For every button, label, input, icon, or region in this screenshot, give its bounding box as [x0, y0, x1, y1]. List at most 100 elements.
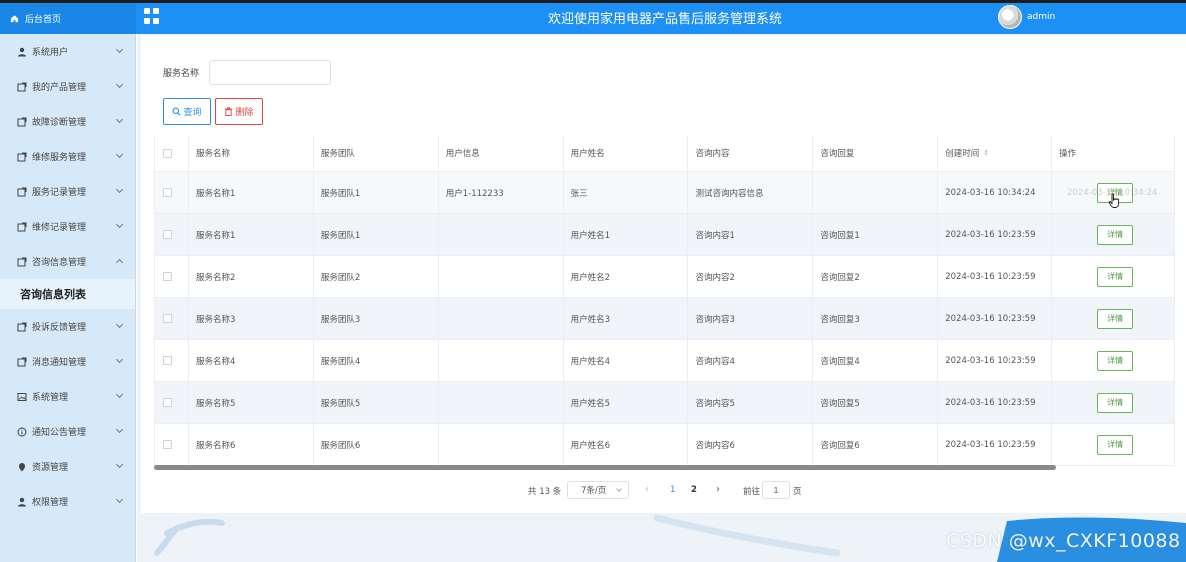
checkbox-icon[interactable] [163, 398, 172, 407]
sidebar-item-1[interactable]: 系统用户 [0, 34, 135, 69]
detail-button[interactable]: 详情 [1097, 308, 1134, 329]
table-cell [439, 214, 564, 255]
table-cell: 2024-03-16 10:23:59 [938, 214, 1053, 255]
detail-button[interactable]: 详情 [1097, 392, 1134, 413]
table-cell [439, 340, 564, 381]
sidebar-item-2[interactable]: 我的产品管理 [0, 69, 135, 104]
home-label: 后台首页 [25, 15, 62, 25]
query-button[interactable]: 查询 [163, 98, 211, 125]
table-row: 服务名称3 服务团队3 用户姓名3 咨询内容3 咨询回复3 2024-03-16 10:2… [155, 298, 1175, 340]
detail-button[interactable]: 详情 [1097, 434, 1134, 455]
sidebar-item-3[interactable]: 故障诊断管理 [0, 104, 135, 139]
sidebar-item-5[interactable]: 服务记录管理 [0, 174, 135, 209]
sidebar-item-9[interactable]: 消息通知管理 [0, 344, 135, 379]
column-header: 操作 [1052, 135, 1175, 171]
table-cell: 用户姓名5 [564, 382, 689, 423]
sidebar-item-6[interactable]: 维修记录管理 [0, 209, 135, 244]
service-name-input[interactable] [209, 60, 331, 85]
table-cell: 咨询内容4 [688, 340, 814, 381]
submenu-consultation-list[interactable]: 咨询信息列表 [0, 279, 135, 309]
sidebar-item-label: 我的产品管理 [32, 83, 87, 93]
row-checkbox-cell[interactable] [155, 382, 189, 423]
sidebar-item-label: 消息通知管理 [32, 358, 87, 368]
table-cell: 服务名称1 [189, 214, 314, 255]
table-cell: 服务团队5 [314, 382, 439, 423]
search-label: 服务名称 [163, 69, 200, 79]
actions-cell: 详情 [1052, 256, 1175, 297]
chevron-down-icon [115, 460, 124, 469]
username[interactable]: admin [1027, 12, 1055, 22]
row-checkbox-cell[interactable] [155, 340, 189, 381]
table-row: 服务名称4 服务团队4 用户姓名4 咨询内容4 咨询回复4 2024-03-16 10:2… [155, 340, 1175, 382]
prev-page-button[interactable]: ‹ [645, 484, 649, 495]
goto-unit: 页 [793, 487, 802, 497]
table-cell: 2024-03-16 10:34:24 [938, 172, 1053, 213]
sidebar-item-11[interactable]: 通知公告管理 [0, 414, 135, 449]
table-row: 服务名称5 服务团队5 用户姓名5 咨询内容5 咨询回复5 2024-03-16 10:2… [155, 382, 1175, 424]
row-checkbox-cell[interactable] [155, 424, 189, 465]
checkbox-icon[interactable] [163, 440, 172, 449]
user-icon [17, 47, 27, 57]
sidebar-item-8[interactable]: 投诉反馈管理 [0, 309, 135, 344]
table-cell [813, 172, 939, 213]
horizontal-scrollbar[interactable] [154, 465, 1056, 470]
table-row: 服务名称1 服务团队1 用户1-112233 张三 测试咨询内容信息 2024-03-16… [155, 172, 1175, 214]
watermark: CSDN @wx_CXKF10088 [946, 530, 1181, 552]
detail-button[interactable]: 详情 [1097, 350, 1134, 371]
doc-icon [17, 322, 27, 332]
page-1-button[interactable]: 1 [670, 485, 675, 495]
delete-button[interactable]: 删除 [215, 98, 263, 125]
table-cell [439, 382, 564, 423]
row-checkbox-cell[interactable] [155, 256, 189, 297]
sidebar-item-7[interactable]: 咨询信息管理 [0, 244, 135, 279]
select-all-checkbox-cell[interactable] [155, 135, 189, 171]
doc-icon [17, 152, 27, 162]
table-cell: 用户姓名3 [564, 298, 689, 339]
actions-cell: 详情 [1052, 214, 1175, 255]
home-link[interactable]: 后台首页 [0, 3, 136, 34]
detail-button[interactable]: 详情 [1097, 266, 1134, 287]
sidebar-item-label: 维修服务管理 [32, 153, 87, 163]
checkbox-icon[interactable] [163, 188, 172, 197]
row-checkbox-cell[interactable] [155, 172, 189, 213]
column-header[interactable]: 创建时间 ⇕ [938, 135, 1053, 171]
checkbox-icon[interactable] [163, 230, 172, 239]
avatar[interactable] [998, 5, 1022, 29]
menu-toggle-icon[interactable] [144, 8, 160, 24]
sidebar-item-10[interactable]: 系统管理 [0, 379, 135, 414]
sidebar-item-label: 资源管理 [32, 463, 69, 473]
sort-icon[interactable]: ⇕ [983, 149, 989, 157]
table-cell: 2024-03-16 10:23:59 [938, 298, 1053, 339]
sidebar: 系统用户我的产品管理故障诊断管理维修服务管理服务记录管理 维修记录管理咨询信息管理… [0, 34, 136, 562]
page-size-select[interactable]: 7条/页 [567, 481, 629, 499]
sidebar-item-label: 咨询信息管理 [32, 258, 87, 268]
chevron-down-icon [115, 80, 124, 89]
sidebar-item-label: 权限管理 [32, 498, 69, 508]
checkbox-icon[interactable] [163, 272, 172, 281]
row-checkbox-cell[interactable] [155, 214, 189, 255]
sidebar-item-12[interactable]: 资源管理 [0, 449, 135, 484]
column-header: 服务名称 [189, 135, 314, 171]
page-2-button[interactable]: 2 [691, 485, 697, 495]
next-page-button[interactable]: › [716, 484, 720, 495]
table-cell [439, 298, 564, 339]
detail-button[interactable]: 详情 [1097, 224, 1134, 245]
table-cell: 咨询回复1 [813, 214, 939, 255]
checkbox-icon[interactable] [163, 314, 172, 323]
column-header-label: 咨询回复 [820, 149, 855, 159]
row-checkbox-cell[interactable] [155, 298, 189, 339]
chevron-down-icon [115, 115, 124, 124]
goto-page-input[interactable] [762, 481, 790, 499]
checkbox-icon[interactable] [163, 148, 172, 158]
sidebar-item-13[interactable]: 权限管理 [0, 484, 135, 519]
search-icon [173, 107, 181, 116]
table-cell: 服务团队6 [314, 424, 439, 465]
table-cell: 咨询内容3 [688, 298, 814, 339]
sidebar-item-4[interactable]: 维修服务管理 [0, 139, 135, 174]
chevron-down-icon [115, 150, 124, 159]
table-cell: 咨询内容1 [688, 214, 814, 255]
actions-cell: 详情 [1052, 340, 1175, 381]
checkbox-icon[interactable] [163, 356, 172, 365]
table-cell: 咨询回复6 [813, 424, 939, 465]
table-cell: 服务名称6 [189, 424, 314, 465]
